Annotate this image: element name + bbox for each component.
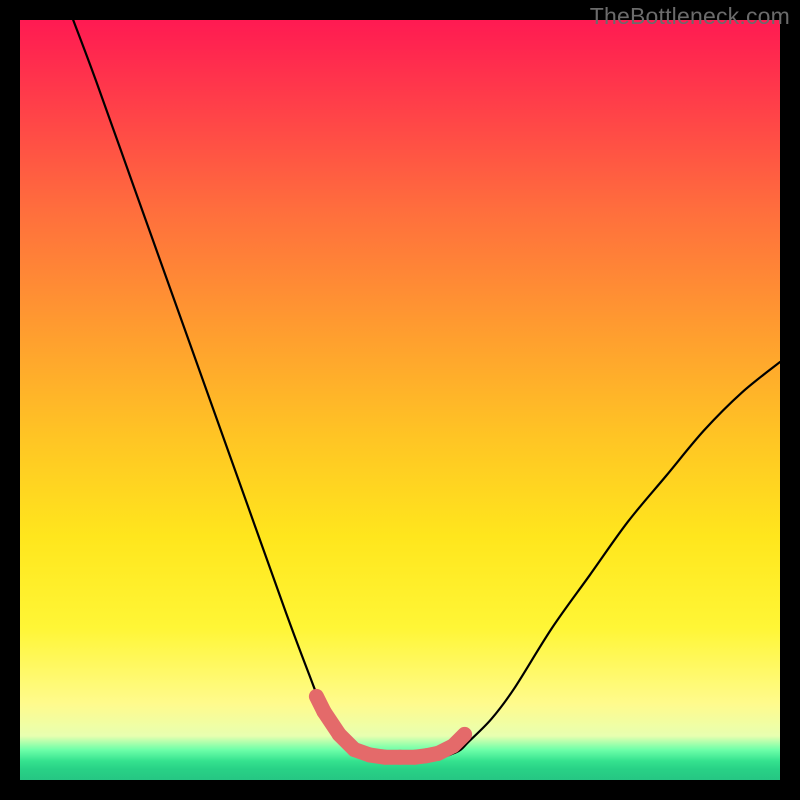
watermark-text: TheBottleneck.com <box>590 3 790 30</box>
plot-area <box>20 20 780 780</box>
background-gradient <box>20 20 780 780</box>
chart-frame: TheBottleneck.com <box>0 0 800 800</box>
